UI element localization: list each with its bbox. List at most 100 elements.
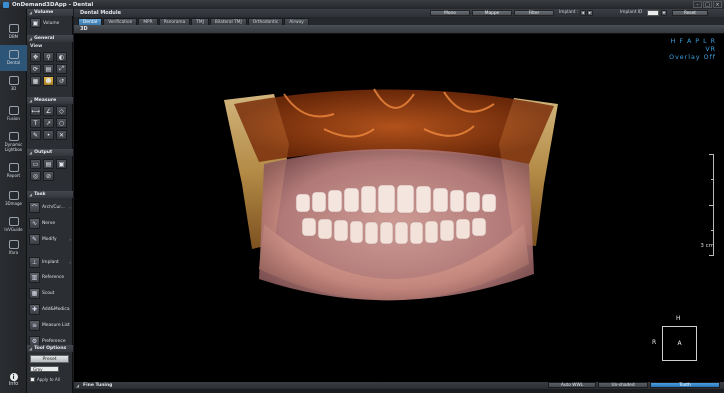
measure-section-header[interactable]: ◢ Measure [27, 97, 73, 104]
render-mode-label[interactable]: VR [669, 46, 716, 54]
tooth-icon [8, 50, 19, 60]
tab-dental[interactable]: Dental [78, 18, 103, 25]
task-add-modify[interactable]: ✚ Add&Modica [29, 302, 71, 317]
tab-tmj[interactable]: TMJ [191, 18, 209, 25]
output-section-header[interactable]: ◢ Output [27, 149, 73, 156]
implant-id-field[interactable] [647, 10, 659, 16]
implant-next-button[interactable]: ▸ [587, 10, 593, 16]
task-reference[interactable]: ▥ Reference [29, 270, 71, 285]
area-icon[interactable]: ◇ [56, 106, 67, 116]
delete-measure-icon[interactable]: ✕ [56, 130, 67, 140]
auto-wwl-button[interactable]: Auto WWL [548, 382, 596, 388]
volume-button[interactable]: ▣ Volume [30, 18, 59, 28]
pan-icon[interactable]: ✥ [30, 52, 41, 62]
title-bar: OnDemand3DApp - Dental – □ × [0, 0, 724, 9]
task-label: Scout [42, 291, 55, 296]
task-nerve[interactable]: ∿ Nerve [29, 216, 71, 231]
tooth-preset-button[interactable]: Tooth [650, 382, 720, 388]
volume-section-header[interactable]: ◢ Volume [27, 9, 73, 16]
reset-button[interactable]: Reset [672, 10, 708, 16]
nav-label: Report [6, 173, 21, 179]
reset-view-icon[interactable]: ↺ [56, 76, 67, 86]
overlay-toggle[interactable]: Overlay Off [669, 54, 716, 62]
nav-item-dental[interactable]: Dental [0, 45, 27, 71]
mappe-button[interactable]: Mappe [472, 10, 512, 16]
collapse-arrow-icon: ◢ [29, 150, 33, 155]
add-modify-icon: ✚ [29, 304, 40, 315]
preset-button[interactable]: Preset [30, 355, 69, 363]
layout-icon[interactable]: ▦ [30, 76, 41, 86]
nav-item-ifara[interactable]: Ifara [0, 235, 27, 261]
nav-item-info[interactable]: i Info [0, 367, 27, 393]
apply-to-all-checkbox[interactable]: Apply to All [30, 377, 60, 382]
tab-orthodontic[interactable]: Orthodontic [247, 18, 284, 25]
nav-item-3d[interactable]: 3D [0, 71, 27, 97]
measure-tools: ⟷ ∠ ◇ T ↗ ○ ✎ • ✕ [30, 106, 67, 140]
orientation-letters[interactable]: H F A P L R [669, 38, 716, 46]
fusion-icon [8, 106, 19, 116]
output-tools: ▭ ▤ ▣ ◎ ⊘ [30, 159, 67, 181]
ellipse-icon[interactable]: ○ [56, 118, 67, 128]
tool-options-section-header[interactable]: ◢ Tool Options [27, 345, 73, 352]
fine-tuning-label[interactable]: Fine Tuning [83, 383, 112, 388]
zoom-icon[interactable]: ⚲ [43, 52, 54, 62]
nav-item-dbm[interactable]: DBM [0, 19, 27, 45]
stop-icon[interactable]: ⊘ [43, 171, 54, 181]
nav-label: Dental [6, 60, 21, 66]
collapse-arrow-icon: ◢ [29, 98, 33, 103]
capture-icon[interactable]: ▭ [30, 159, 41, 169]
task-label: Reference [42, 275, 65, 280]
tab-airway[interactable]: Airway [284, 18, 309, 25]
view-section-label: View [30, 44, 43, 49]
task-label: Arch/Cur... [42, 205, 65, 210]
contrast-icon[interactable]: ◐ [56, 52, 67, 62]
ruler-icon[interactable]: ⟷ [30, 106, 41, 116]
window-level-icon[interactable]: ▤ [43, 64, 54, 74]
nav-item-report[interactable]: Report [0, 158, 27, 184]
text-annotation-icon[interactable]: T [30, 118, 41, 128]
implant-prev-button[interactable]: ◂ [580, 10, 586, 16]
task-arch-curve[interactable]: ⌒ Arch/Cur... ‹ [29, 200, 71, 215]
volume-render [224, 88, 558, 301]
implant-id-dropdown[interactable]: ▾ [661, 10, 667, 16]
task-measure-list[interactable]: ≡ Measure List [29, 318, 71, 333]
tab-bilateral-tmj[interactable]: Bilateral TMJ [209, 18, 247, 25]
movie-icon[interactable]: ◎ [30, 171, 41, 181]
pencil-icon[interactable]: ✎ [30, 130, 41, 140]
orientation-cube[interactable]: A [662, 326, 697, 361]
camera-icon [8, 191, 19, 201]
angle-icon[interactable]: ∠ [43, 106, 54, 116]
tab-panorama[interactable]: Panorama [158, 18, 191, 25]
tab-mpr[interactable]: MPR [138, 18, 158, 25]
task-implant[interactable]: ⊥ Implant › [29, 255, 71, 270]
maximize-button[interactable]: □ [703, 1, 712, 8]
un-shaded-button[interactable]: Un-shaded [598, 382, 648, 388]
fit-icon[interactable]: ⤢ [56, 64, 67, 74]
tab-verification[interactable]: Verification [103, 18, 138, 25]
checkbox-icon [30, 377, 35, 382]
volume-label: Volume [43, 20, 60, 26]
export-icon[interactable]: ▣ [56, 159, 67, 169]
minimize-button[interactable]: – [693, 1, 702, 8]
highlight-tool-icon[interactable]: ☻ [43, 76, 54, 86]
close-button[interactable]: × [713, 1, 722, 8]
nav-item-3dmage[interactable]: 3Dmage [0, 186, 27, 212]
print-icon[interactable]: ▤ [43, 159, 54, 169]
rotate-icon[interactable]: ⟳ [30, 64, 41, 74]
nav-label: Ifara [8, 250, 19, 256]
filter-button[interactable]: Filter [514, 10, 554, 16]
grid-icon [8, 132, 19, 141]
expand-arrow-icon[interactable]: ◢ [76, 383, 81, 388]
arrow-annotation-icon[interactable]: ↗ [43, 118, 54, 128]
modify-icon: ✎ [29, 234, 40, 245]
task-modify[interactable]: ✎ Modify › [29, 232, 71, 247]
preset-select[interactable]: Grey [30, 366, 59, 372]
3d-viewport[interactable]: H F A P L R VR Overlay Off 3 cm H R A [74, 34, 724, 382]
task-scout[interactable]: ▦ Scout [29, 286, 71, 301]
nav-item-fusion[interactable]: Fusion [0, 101, 27, 127]
general-section-header[interactable]: ◢ General [27, 35, 73, 42]
mono-button[interactable]: Mono [430, 10, 470, 16]
nav-item-dynamic-lightbox[interactable]: Dynamic Lightbox [0, 127, 27, 157]
point-icon[interactable]: • [43, 130, 54, 140]
task-section-header[interactable]: ◢ Task [27, 191, 73, 198]
